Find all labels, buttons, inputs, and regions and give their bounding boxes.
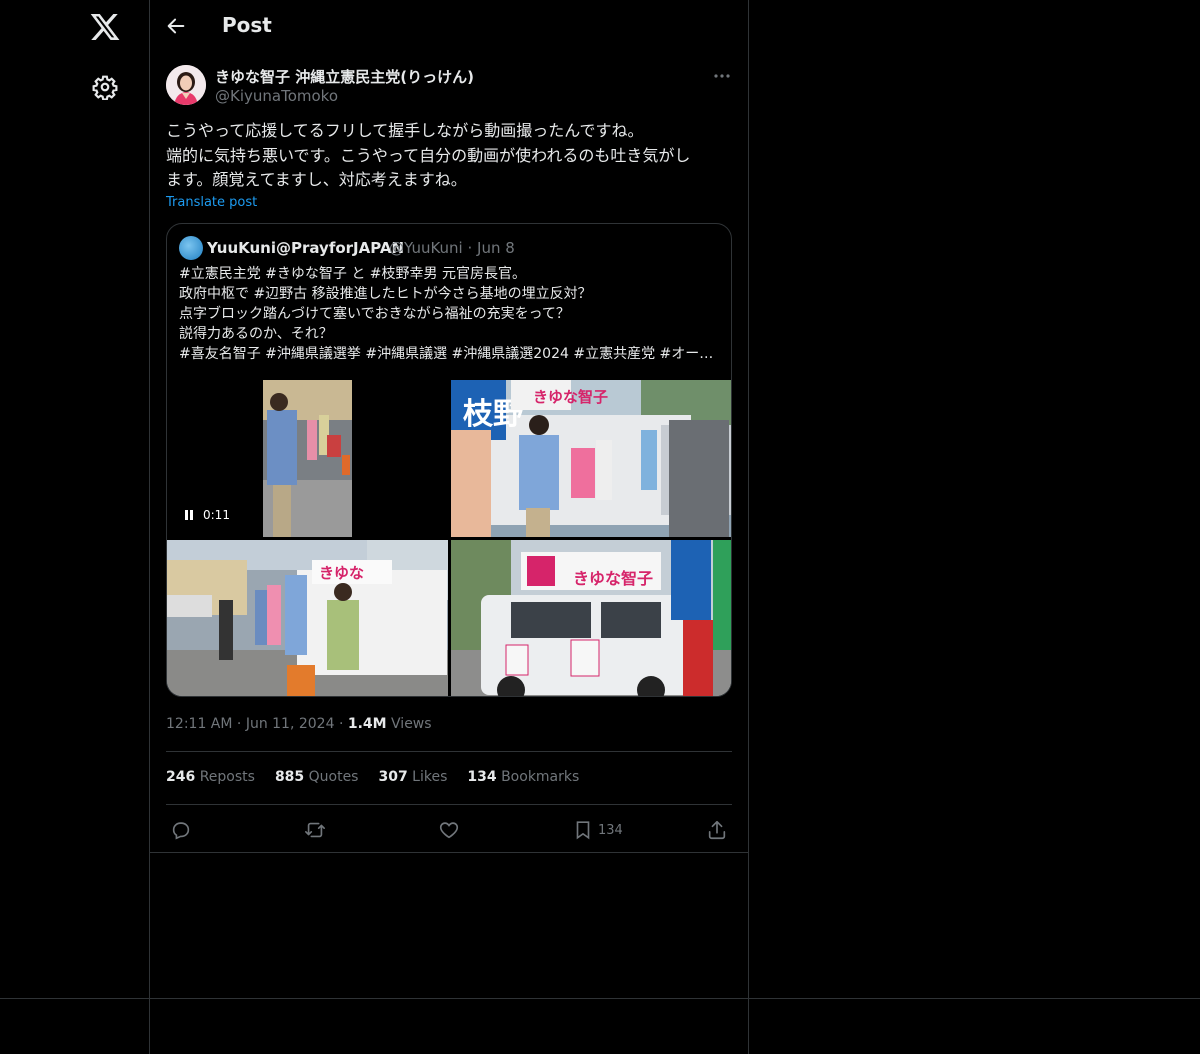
sign-text-kiyuna-1: きゆな智子 bbox=[533, 388, 608, 406]
divider bbox=[166, 751, 732, 752]
photo-3[interactable]: きゆな bbox=[167, 540, 448, 696]
main-column: Post きゆな智子 沖縄立憲民主党(りっけん) @KiyunaTomoko こ… bbox=[150, 0, 749, 1054]
post-meta: 12:11 AM · Jun 11, 2024 · 1.4M Views bbox=[166, 716, 432, 732]
views-count: 1.4M bbox=[347, 716, 387, 732]
quoted-author-avatar bbox=[179, 236, 203, 260]
bookmarks-count: 134 bbox=[467, 769, 497, 785]
quoted-text-line: #喜友名智子 #沖縄県議選挙 #沖縄県議選 #沖縄県議選2024 #立憲共産党 … bbox=[179, 346, 714, 362]
reposts-stat[interactable]: 246 Reposts bbox=[166, 769, 255, 785]
likes-stat[interactable]: 307 Likes bbox=[378, 769, 447, 785]
author-avatar[interactable] bbox=[166, 65, 206, 105]
video-time: 0:11 bbox=[203, 508, 230, 522]
quoted-text-line: 政府中枢で #辺野古 移設推進したヒトが今さら基地の埋立反対？ bbox=[179, 286, 592, 302]
author-handle[interactable]: @KiyunaTomoko bbox=[215, 87, 338, 105]
quoted-text: #立憲民主党 #きゆな智子 と #枝野幸男 元官房長官。 政府中枢で #辺野古 … bbox=[179, 264, 719, 364]
translate-post-link[interactable]: Translate post bbox=[166, 195, 257, 210]
post-header: Post bbox=[150, 0, 748, 54]
x-logo-icon[interactable] bbox=[89, 11, 121, 43]
post-text: こうやって応援してるフリして握手しながら動画撮ったんですね。 端的に気持ち悪いで… bbox=[166, 119, 736, 193]
quotes-stat[interactable]: 885 Quotes bbox=[275, 769, 359, 785]
bookmark-count: 134 bbox=[598, 823, 623, 838]
action-bar: 134 bbox=[150, 815, 748, 845]
bookmarks-label: Bookmarks bbox=[501, 769, 580, 785]
photo-4[interactable]: きゆな智子 bbox=[451, 540, 731, 696]
post-text-line: こうやって応援してるフリして握手しながら動画撮ったんですね。 bbox=[166, 121, 644, 140]
quoted-text-line: #立憲民主党 #きゆな智子 と #枝野幸男 元官房長官。 bbox=[179, 266, 526, 282]
settings-gear-icon[interactable] bbox=[92, 74, 118, 100]
quoted-post[interactable]: YuuKuni@PrayforJAPAN @YuuKuni · Jun 8 #立… bbox=[166, 223, 732, 697]
quoted-text-line: 説得力あるのか、それ？ bbox=[179, 326, 333, 342]
video-controls: 0:11 bbox=[183, 508, 230, 522]
quotes-label: Quotes bbox=[308, 769, 359, 785]
media-grid: 0:11 枝野 きゆな智子 きゆな きゆな智子 bbox=[167, 380, 731, 696]
likes-label: Likes bbox=[412, 769, 448, 785]
bookmark-icon[interactable] bbox=[572, 819, 594, 841]
engagement-stats: 246 Reposts 885 Quotes 307 Likes 134 Boo… bbox=[166, 769, 579, 785]
reposts-label: Reposts bbox=[199, 769, 255, 785]
bottom-divider bbox=[0, 998, 1200, 999]
divider bbox=[166, 804, 732, 805]
video-thumbnail[interactable]: 0:11 bbox=[167, 380, 448, 537]
quoted-text-line: 点字ブロック踏んづけて塞いでおきながら福祉の充実をって？ bbox=[179, 306, 570, 322]
left-rail bbox=[0, 0, 150, 1054]
page-title: Post bbox=[222, 13, 272, 37]
divider bbox=[150, 852, 748, 853]
share-icon[interactable] bbox=[706, 819, 728, 841]
post-text-line: 端的に気持ち悪いです。こうやって自分の動画が使われるのも吐き気がし bbox=[166, 145, 691, 165]
like-heart-icon[interactable] bbox=[438, 819, 460, 841]
likes-count: 307 bbox=[378, 769, 408, 785]
post-date[interactable]: Jun 11, 2024 bbox=[246, 716, 335, 732]
pause-icon[interactable] bbox=[183, 509, 195, 521]
post-text-line: ます。顔覚えてますし、対応考えますね。 bbox=[166, 170, 467, 189]
views-label: Views bbox=[391, 716, 432, 732]
post-time[interactable]: 12:11 AM bbox=[166, 716, 232, 732]
sign-text-kiyuna-3: きゆな智子 bbox=[573, 569, 653, 588]
bookmarks-stat[interactable]: 134 Bookmarks bbox=[467, 769, 579, 785]
repost-icon[interactable] bbox=[304, 819, 326, 841]
meta-separator: · bbox=[338, 716, 344, 732]
more-options-icon[interactable] bbox=[712, 66, 732, 86]
back-arrow-icon[interactable] bbox=[165, 15, 187, 37]
quoted-handle-date: @YuuKuni · Jun 8 bbox=[389, 239, 515, 257]
sign-text-kiyuna-2: きゆな bbox=[319, 564, 364, 582]
reposts-count: 246 bbox=[166, 769, 196, 785]
quoted-author-name: YuuKuni@PrayforJAPAN bbox=[207, 239, 405, 257]
author-name[interactable]: きゆな智子 沖縄立憲民主党(りっけん) bbox=[215, 66, 474, 87]
quotes-count: 885 bbox=[274, 769, 305, 785]
photo-2[interactable]: 枝野 きゆな智子 bbox=[451, 380, 731, 537]
reply-icon[interactable] bbox=[170, 819, 192, 841]
meta-separator: · bbox=[236, 716, 242, 732]
